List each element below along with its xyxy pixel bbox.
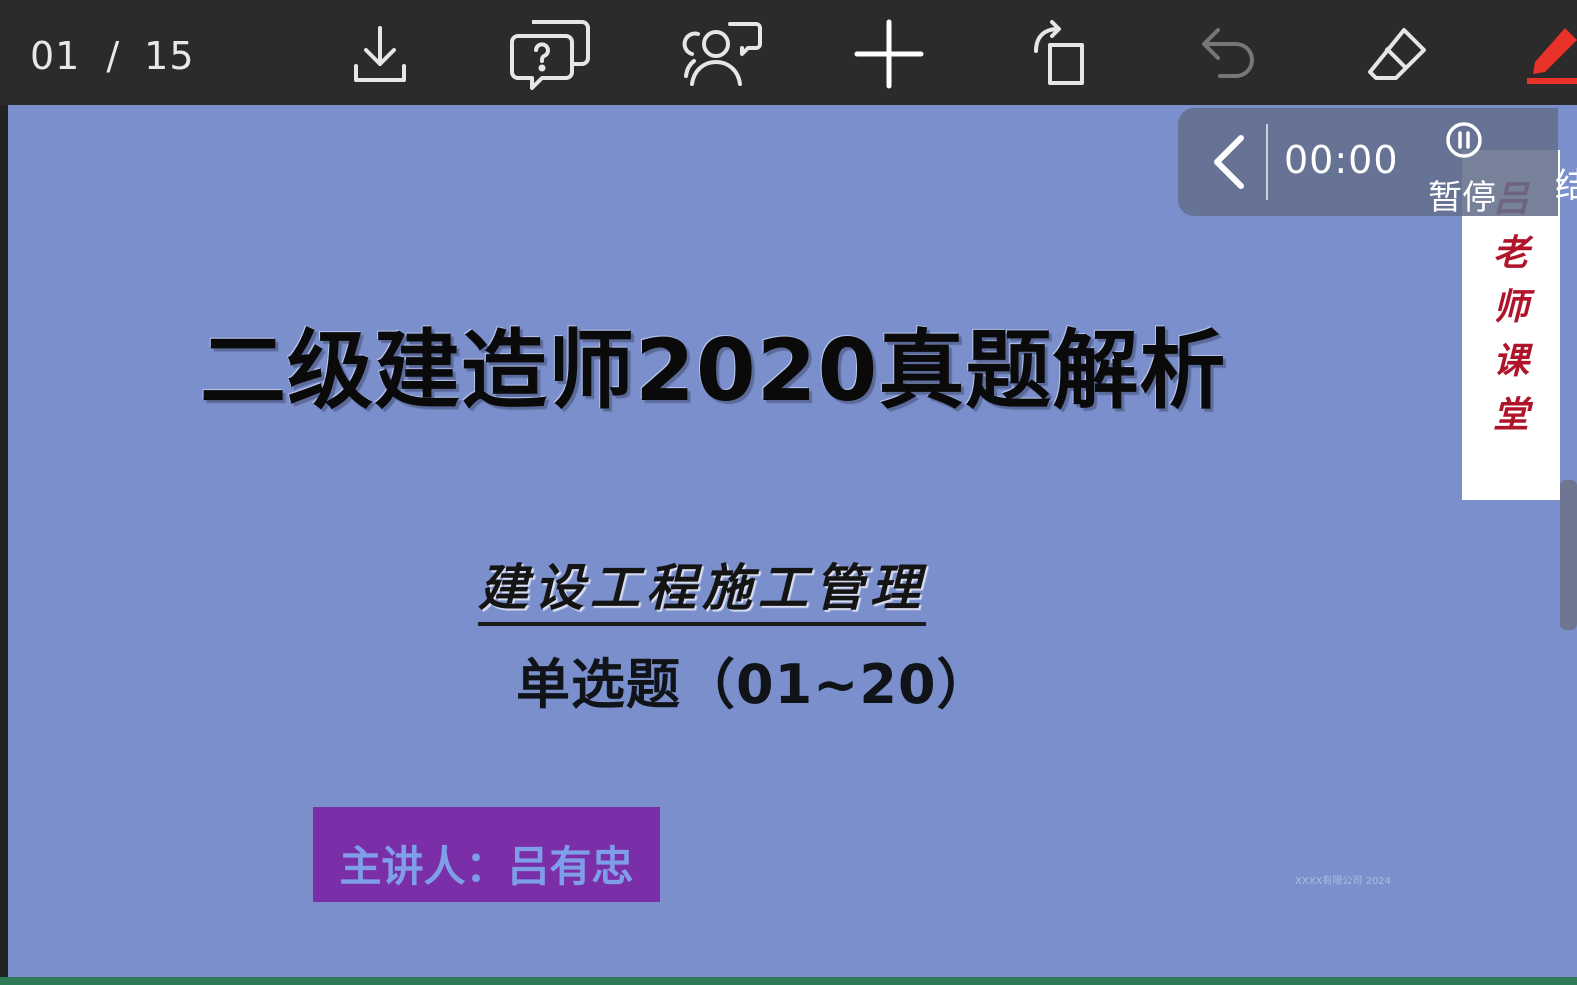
- page-counter: 01 / 15: [30, 34, 195, 78]
- page-separator: /: [106, 34, 121, 78]
- page-current: 01: [30, 34, 81, 78]
- brand-char: 师: [1492, 286, 1529, 328]
- undo-icon: [1202, 28, 1254, 78]
- pen-button[interactable]: [1508, 14, 1577, 94]
- brand-char: 堂: [1492, 394, 1529, 436]
- brand-char: 课: [1492, 340, 1529, 382]
- download-button[interactable]: [338, 14, 422, 94]
- presenter-label: 主讲人：吕有忠: [339, 842, 634, 891]
- brand-char: 老: [1492, 232, 1529, 274]
- question-chat-button[interactable]: [508, 14, 592, 94]
- people-chat-icon: [682, 22, 762, 86]
- slide-subtitle: 建设工程施工管理: [478, 548, 926, 626]
- pause-label: 暂停: [1428, 178, 1496, 218]
- question-chat-icon: [510, 20, 590, 90]
- rotate-button[interactable]: [1016, 14, 1100, 94]
- timer-readout: 00:00: [1284, 138, 1399, 182]
- rotate-icon: [1034, 20, 1084, 85]
- download-icon: [354, 26, 406, 82]
- people-chat-button[interactable]: [678, 14, 762, 94]
- slide-footer-note: XXXX有限公司 2024: [1295, 876, 1392, 887]
- presentation-viewer: 01 / 15 二级建造师2020真题解析 建设工程施工管理 单选题（01~20…: [0, 0, 1577, 985]
- collapse-timer-button[interactable]: [1204, 130, 1254, 194]
- page-total: 15: [144, 34, 195, 78]
- plus-icon: [854, 19, 924, 89]
- timer-divider: [1266, 124, 1268, 200]
- side-scroll-handle[interactable]: [1560, 480, 1577, 630]
- slide-title: 二级建造师2020真题解析: [200, 321, 1227, 421]
- bottom-edge: [0, 977, 1577, 985]
- chevron-left-icon: [1214, 135, 1244, 189]
- add-button[interactable]: [847, 14, 931, 94]
- timer-end-label[interactable]: 结: [1555, 158, 1577, 207]
- eraser-icon: [1368, 28, 1426, 80]
- presenter-box: 主讲人：吕有忠: [313, 807, 660, 902]
- pause-button[interactable]: 暂停: [1428, 120, 1508, 218]
- top-toolbar: 01 / 15: [0, 0, 1577, 105]
- left-edge: [0, 105, 8, 977]
- slide-topic: 单选题（01~20）: [516, 653, 992, 716]
- pause-icon: [1446, 122, 1482, 158]
- pen-icon: [1527, 28, 1577, 84]
- undo-button[interactable]: [1186, 14, 1270, 94]
- timer-panel: 00:00 暂停: [1178, 108, 1558, 218]
- slide-canvas: [8, 105, 1577, 977]
- eraser-button[interactable]: [1356, 14, 1440, 94]
